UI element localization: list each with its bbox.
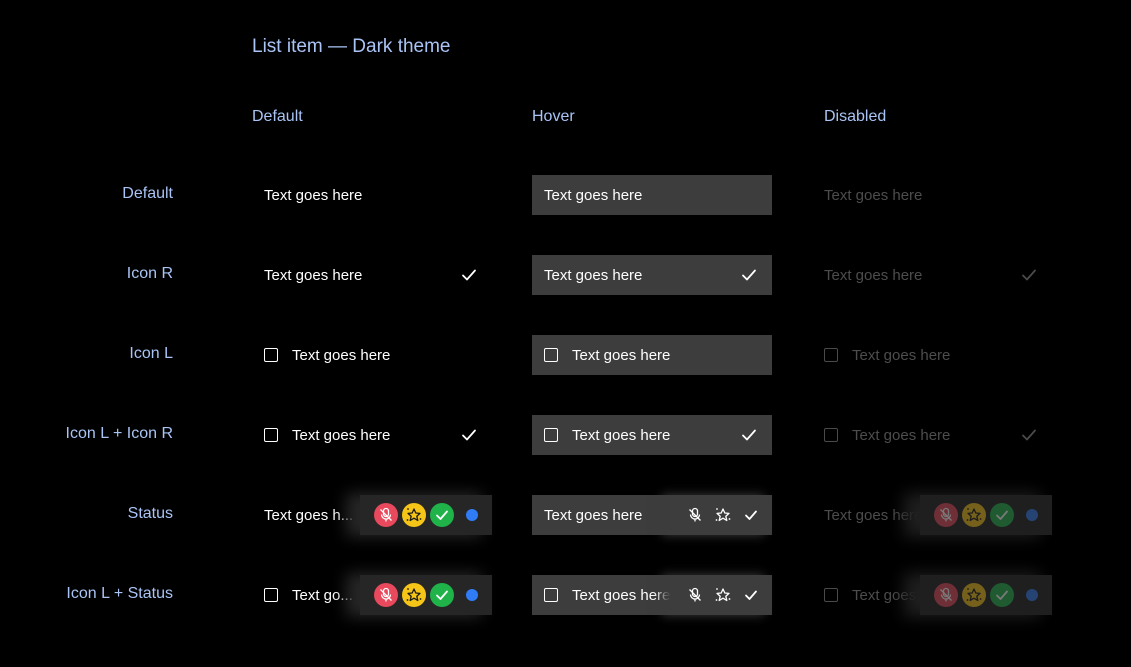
mic-off-icon — [684, 504, 706, 526]
list-item-default[interactable]: Text goes here — [252, 415, 492, 455]
list-item-label: Text goes here — [824, 186, 923, 204]
list-item-default[interactable]: Text goes h... — [252, 495, 492, 535]
list-item-hover[interactable]: Text goes here — [532, 175, 772, 215]
status-group — [920, 575, 1052, 615]
list-item-default[interactable]: Text goes here — [252, 175, 492, 215]
sparkle-star-icon — [712, 584, 734, 606]
mic-off-icon — [374, 503, 398, 527]
list-item-label: Text goes here — [292, 426, 391, 444]
list-item-hover[interactable]: Text goes here — [532, 255, 772, 295]
list-item-label: Text goes here — [264, 186, 363, 204]
checkbox-icon[interactable] — [544, 428, 558, 442]
column-header-hover: Hover — [532, 108, 575, 125]
mic-off-icon — [374, 583, 398, 607]
checkmark-icon — [462, 429, 476, 441]
list-item-label: Text goes here — [292, 346, 391, 364]
status-group — [920, 495, 1052, 535]
checkmark-icon — [742, 429, 756, 441]
checkmark-icon — [740, 504, 762, 526]
mic-off-icon — [934, 583, 958, 607]
row-header-icon-l-icon-r: Icon L + Icon R — [65, 425, 173, 442]
mic-off-icon — [934, 503, 958, 527]
list-item-hover[interactable]: Text goes here — [532, 335, 772, 375]
list-item-disabled: Text goes here — [812, 415, 1052, 455]
column-header-disabled: Disabled — [824, 108, 887, 125]
check-circle-icon — [430, 583, 454, 607]
row-header-icon-l: Icon L — [129, 345, 173, 362]
status-dot — [466, 509, 478, 521]
list-item-label: Text goes here — [264, 266, 363, 284]
list-item-label: Text goes h... — [264, 506, 354, 524]
status-dot — [1026, 509, 1038, 521]
row-header-icon-l-status: Icon L + Status — [66, 585, 173, 602]
status-group — [360, 495, 492, 535]
check-circle-icon — [430, 503, 454, 527]
checkbox-icon[interactable] — [544, 348, 558, 362]
list-item-disabled: Text goes here — [812, 335, 1052, 375]
sparkle-star-icon — [962, 583, 986, 607]
checkbox-icon — [824, 348, 838, 362]
list-item-label: Text go... — [292, 586, 353, 604]
list-item-label: Text goes here — [572, 426, 671, 444]
checkbox-icon — [824, 428, 838, 442]
list-item-disabled: Text goes here — [812, 175, 1052, 215]
list-item-hover[interactable]: Text goes here — [532, 575, 772, 615]
list-item-label: Text goes here — [572, 346, 671, 364]
list-item-hover[interactable]: Text goes here — [532, 415, 772, 455]
list-item-disabled: Text goes here — [812, 495, 1052, 535]
list-item-hover[interactable]: Text goes here — [532, 495, 772, 535]
checkmark-icon — [740, 584, 762, 606]
column-header-default: Default — [252, 108, 303, 125]
checkbox-icon — [824, 588, 838, 602]
status-group — [670, 575, 772, 615]
checkmark-icon — [462, 269, 476, 281]
sparkle-star-icon — [962, 503, 986, 527]
sparkle-star-icon — [402, 583, 426, 607]
check-circle-icon — [990, 503, 1014, 527]
check-circle-icon — [990, 583, 1014, 607]
list-item-default[interactable]: Text goes here — [252, 335, 492, 375]
checkbox-icon[interactable] — [264, 588, 278, 602]
status-group — [670, 495, 772, 535]
checkmark-icon — [1022, 429, 1036, 441]
list-item-label: Text goes here — [852, 426, 951, 444]
status-dot — [466, 589, 478, 601]
checkbox-icon[interactable] — [544, 588, 558, 602]
row-header-status: Status — [127, 505, 173, 522]
checkbox-icon[interactable] — [264, 348, 278, 362]
list-item-default[interactable]: Text goes here — [252, 255, 492, 295]
checkmark-icon — [1022, 269, 1036, 281]
status-dot — [1026, 589, 1038, 601]
list-item-label: Text goes here — [824, 266, 923, 284]
sparkle-star-icon — [712, 504, 734, 526]
checkmark-icon — [742, 269, 756, 281]
row-header-default: Default — [122, 185, 173, 202]
list-item-default[interactable]: Text go... — [252, 575, 492, 615]
list-item-label: Text goes here — [544, 266, 643, 284]
list-item-disabled: Text goes here — [812, 575, 1052, 615]
list-item-disabled: Text goes here — [812, 255, 1052, 295]
checkbox-icon[interactable] — [264, 428, 278, 442]
list-item-label: Text goes here — [852, 346, 951, 364]
mic-off-icon — [684, 584, 706, 606]
sparkle-star-icon — [402, 503, 426, 527]
row-header-icon-r: Icon R — [126, 265, 173, 282]
status-group — [360, 575, 492, 615]
list-item-label: Text goes here — [544, 186, 643, 204]
page-title: List item — Dark theme — [252, 36, 451, 57]
